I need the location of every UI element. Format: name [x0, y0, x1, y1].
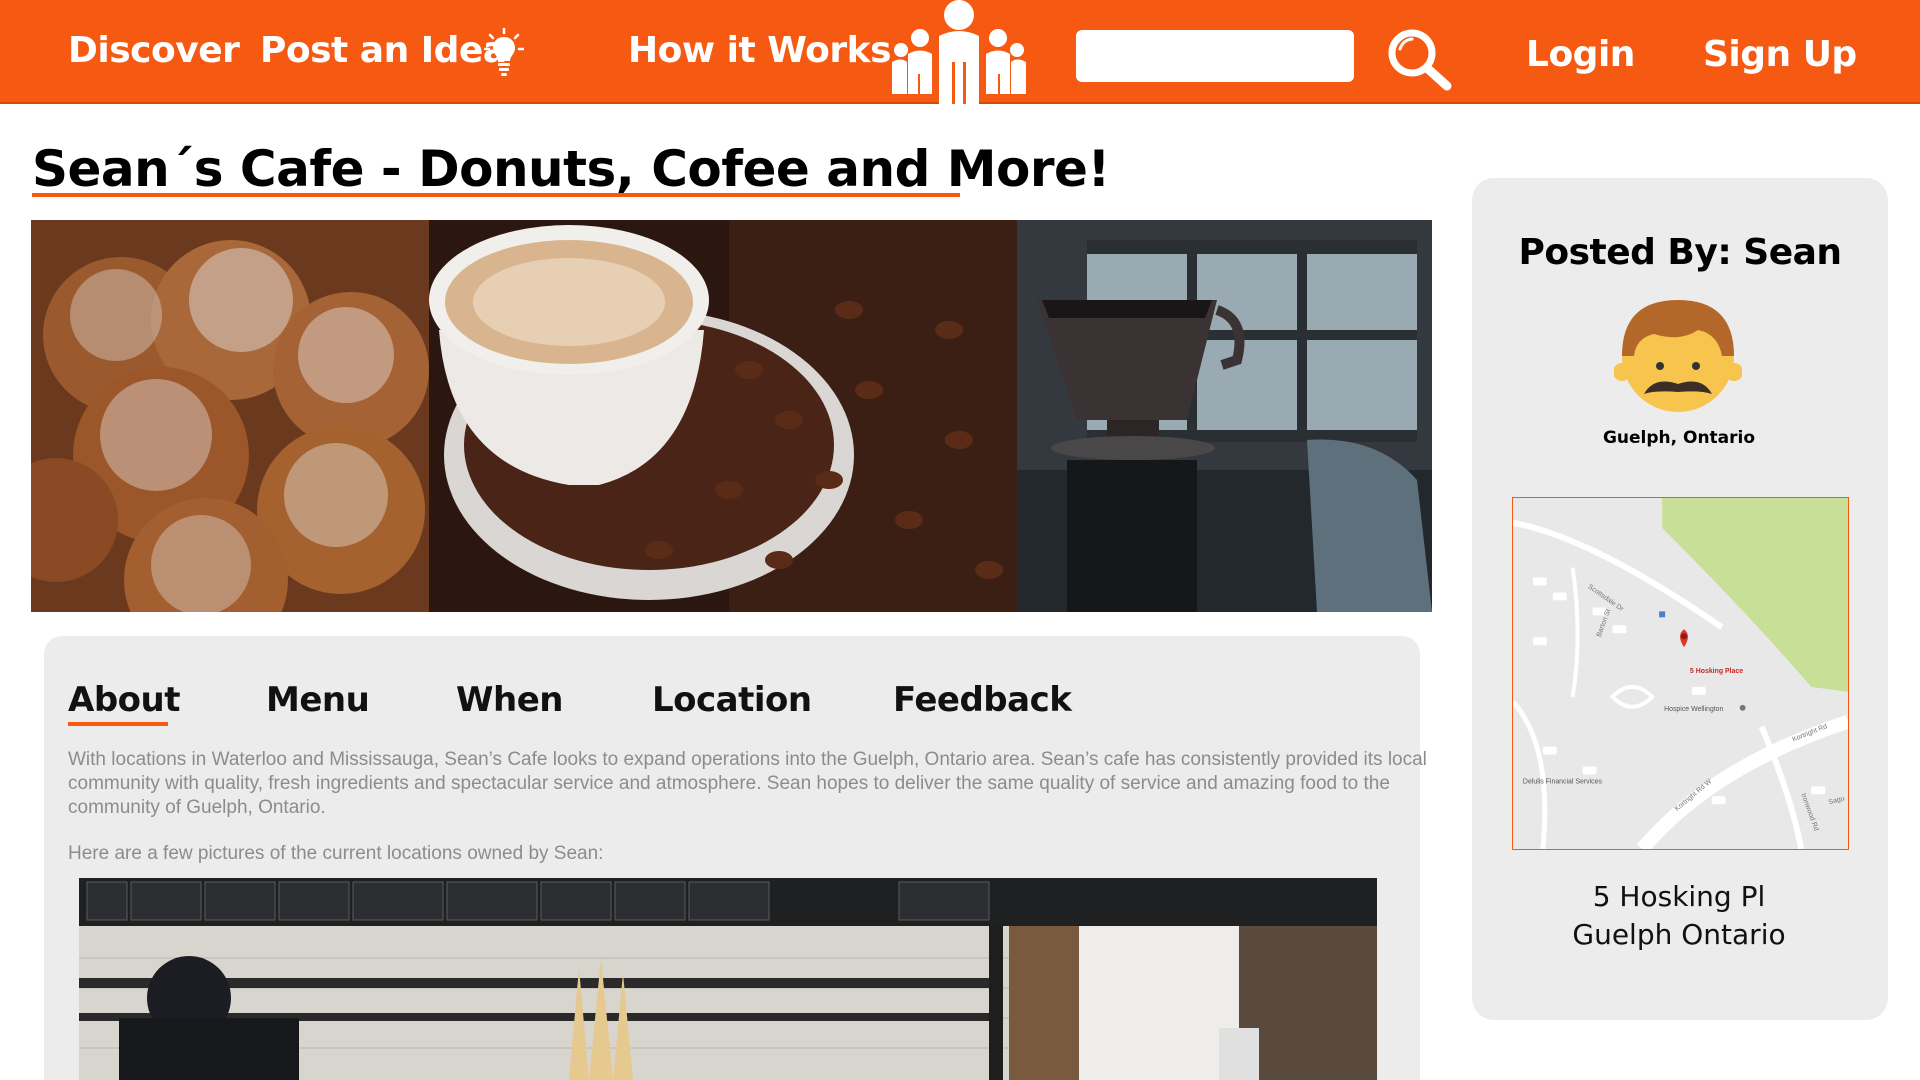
- about-description: With locations in Waterloo and Mississau…: [68, 749, 1427, 818]
- search-input[interactable]: [1076, 30, 1354, 82]
- tab-about[interactable]: About: [68, 680, 180, 720]
- map-poi-hospice: Hospice Wellington: [1664, 706, 1723, 713]
- title-underline: [32, 193, 960, 197]
- tab-feedback[interactable]: Feedback: [893, 680, 1072, 720]
- signup-link[interactable]: Sign Up: [1703, 34, 1857, 75]
- locations-intro: Here are a few pictures of the current l…: [68, 843, 604, 864]
- magnifier-icon[interactable]: [1384, 26, 1454, 92]
- tab-location[interactable]: Location: [652, 680, 812, 720]
- active-tab-indicator: [68, 722, 168, 726]
- tab-when[interactable]: When: [456, 680, 563, 720]
- map-marker-label: 5 Hosking Place: [1690, 668, 1743, 675]
- location-map[interactable]: 5 Hosking Place Hospice Wellington Delul…: [1512, 497, 1849, 850]
- user-location: Guelph, Ontario: [1602, 428, 1756, 448]
- cafe-interior-photo: [79, 878, 1377, 1080]
- posted-by-heading: Posted By: Sean: [1518, 232, 1842, 273]
- tab-menu[interactable]: Menu: [266, 680, 370, 720]
- user-avatar-icon[interactable]: [1614, 294, 1742, 414]
- map-poi-financial: Delulis Financial Services: [1523, 778, 1603, 785]
- login-link[interactable]: Login: [1526, 34, 1635, 75]
- top-nav-bar: Discover Post an Idea How it Works Login…: [0, 0, 1920, 104]
- address-line-1: 5 Hosking Pl: [1592, 880, 1766, 913]
- people-group-logo[interactable]: [892, 0, 1026, 104]
- cappuccino-photo: [429, 220, 1017, 612]
- nav-post-idea-link[interactable]: Post an Idea: [260, 30, 507, 71]
- pour-over-coffee-photo: [1017, 220, 1432, 612]
- donuts-photo: [31, 220, 429, 612]
- page-title: Sean´s Cafe - Donuts, Cofee and More!: [32, 140, 1110, 198]
- nav-how-it-works-link[interactable]: How it Works: [628, 30, 892, 71]
- nav-discover-link[interactable]: Discover: [68, 30, 240, 71]
- lightbulb-icon: [484, 28, 524, 76]
- address-line-2: Guelph Ontario: [1572, 918, 1786, 951]
